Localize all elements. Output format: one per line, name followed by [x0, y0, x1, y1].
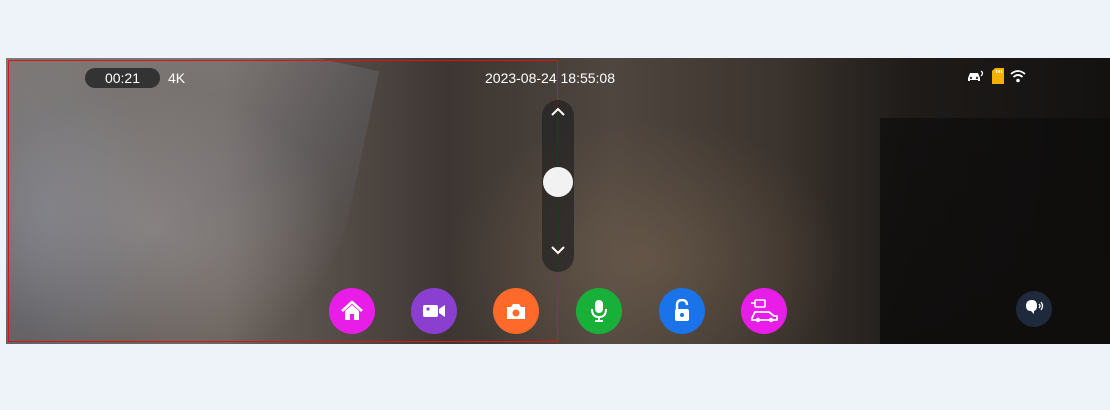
home-icon	[340, 300, 364, 322]
record-video-button[interactable]	[411, 288, 457, 334]
wifi-icon	[1010, 69, 1026, 83]
car-connect-icon	[966, 69, 986, 83]
lock-file-button[interactable]	[659, 288, 705, 334]
home-button[interactable]	[329, 288, 375, 334]
voice-control-button[interactable]	[1016, 291, 1052, 327]
voice-speech-icon	[1024, 298, 1044, 321]
chevron-up-icon	[542, 106, 574, 118]
resolution-label: 4K	[168, 70, 186, 86]
datetime-label: 2023-08-24 18:55:08	[485, 70, 615, 86]
zoom-slider-knob[interactable]	[543, 166, 573, 197]
control-toolbar	[0, 288, 1110, 336]
camera-icon	[505, 302, 527, 320]
recording-time: 00:21	[85, 68, 160, 88]
status-bar: 00:21 4K 2023-08-24 18:55:08	[0, 58, 1110, 94]
sd-card-icon	[992, 68, 1004, 84]
microphone-button[interactable]	[576, 288, 622, 334]
unlock-icon	[673, 299, 691, 323]
chevron-down-icon	[542, 244, 574, 256]
zoom-slider[interactable]	[542, 100, 574, 272]
microphone-icon	[590, 299, 608, 323]
car-monitor-icon	[749, 298, 779, 324]
status-icons	[966, 68, 1026, 84]
zoom-out-button[interactable]	[542, 244, 574, 266]
video-camera-icon	[422, 303, 446, 319]
parking-monitor-button[interactable]	[741, 288, 787, 334]
zoom-in-button[interactable]	[542, 106, 574, 128]
take-photo-button[interactable]	[493, 288, 539, 334]
